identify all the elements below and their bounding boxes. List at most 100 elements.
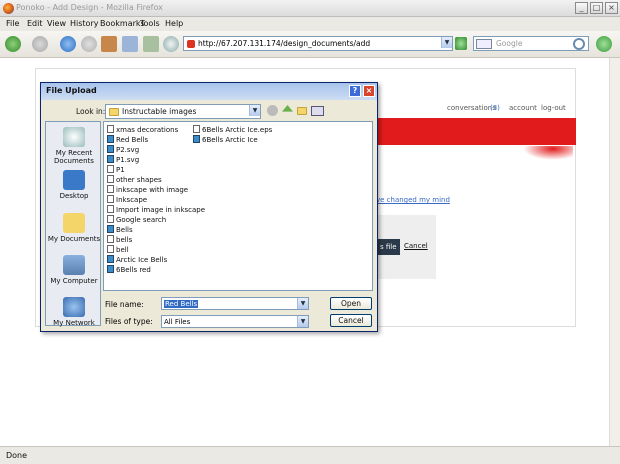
back-icon[interactable] xyxy=(5,36,21,52)
url-dropdown-icon[interactable]: ▼ xyxy=(441,37,452,48)
changed-mind-link[interactable]: ve changed my mind xyxy=(376,196,450,204)
extension-icon[interactable] xyxy=(596,36,612,52)
file-icon xyxy=(193,125,200,133)
minimize-button[interactable]: _ xyxy=(575,2,588,14)
window-titlebar: Ponoko - Add Design - Mozilla Firefox _ … xyxy=(0,0,620,17)
image-file-icon xyxy=(107,215,114,223)
screengrab-icon[interactable] xyxy=(143,36,159,52)
file-item[interactable]: 6Bells red xyxy=(107,265,151,274)
dialog-close-button[interactable]: × xyxy=(363,85,375,97)
look-in-dropdown-icon[interactable]: ▼ xyxy=(249,105,260,116)
file-item[interactable]: Red Bells xyxy=(107,135,148,144)
place-desktop[interactable]: Desktop xyxy=(46,170,102,200)
look-in-label: Look in: xyxy=(76,107,106,116)
upload-file-button[interactable]: s file xyxy=(378,239,400,255)
recent-documents-icon xyxy=(63,127,85,147)
stop-icon[interactable] xyxy=(81,36,97,52)
place-my-documents[interactable]: My Documents xyxy=(46,213,102,243)
inkscape-file-icon xyxy=(107,145,114,153)
file-item[interactable]: Arctic Ice Bells xyxy=(107,255,167,264)
firefox-icon xyxy=(3,3,14,14)
file-upload-dialog: File Upload ? × Look in: Instructable im… xyxy=(40,82,378,332)
place-recent-documents[interactable]: My Recent Documents xyxy=(46,127,102,165)
file-icon xyxy=(107,235,114,243)
bookmarks-icon[interactable] xyxy=(122,36,138,52)
place-my-network[interactable]: My Network xyxy=(46,297,102,327)
search-icon[interactable] xyxy=(573,38,585,50)
status-text: Done xyxy=(6,451,28,460)
view-menu-icon[interactable] xyxy=(311,106,324,116)
inkscape-file-icon xyxy=(107,135,114,143)
my-documents-icon xyxy=(63,213,85,233)
forward-icon[interactable] xyxy=(32,36,48,52)
search-engine-icon[interactable] xyxy=(476,39,492,49)
file-item[interactable]: 6Bells Arctic Ice xyxy=(193,135,258,144)
file-item[interactable]: 6Bells Arctic Ice.eps xyxy=(193,125,272,134)
vertical-scrollbar[interactable] xyxy=(609,58,620,446)
go-button[interactable] xyxy=(455,37,467,50)
file-icon xyxy=(107,125,114,133)
place-label: My Documents xyxy=(47,235,101,243)
new-folder-icon[interactable] xyxy=(297,107,307,115)
menu-tools[interactable]: Tools xyxy=(140,19,160,28)
menu-history[interactable]: History xyxy=(70,19,98,28)
addon-icon[interactable] xyxy=(163,36,179,52)
place-label: My Computer xyxy=(50,277,98,285)
file-item[interactable]: Import image in inkscape xyxy=(107,205,205,214)
cancel-button[interactable]: Cancel xyxy=(330,314,372,327)
file-type-select[interactable]: All Files ▼ xyxy=(161,315,309,328)
file-item[interactable]: P2.svg xyxy=(107,145,139,154)
menu-bookmarks[interactable]: Bookmarks xyxy=(100,19,145,28)
header-banner xyxy=(376,118,576,145)
home-icon[interactable] xyxy=(101,36,117,52)
desktop-icon xyxy=(63,170,85,190)
file-item[interactable]: inkscape with image xyxy=(107,185,188,194)
image-file-icon xyxy=(107,195,114,203)
back-folder-icon[interactable] xyxy=(267,105,278,116)
file-name-dropdown-icon[interactable]: ▼ xyxy=(297,298,308,309)
search-input[interactable]: Google xyxy=(473,36,589,51)
menu-help[interactable]: Help xyxy=(165,19,183,28)
inkscape-file-icon xyxy=(107,265,114,273)
my-computer-icon xyxy=(63,255,85,275)
file-type-dropdown-icon[interactable]: ▼ xyxy=(297,316,308,327)
maximize-button[interactable]: □ xyxy=(590,2,603,14)
file-item[interactable]: bell xyxy=(107,245,129,254)
url-input[interactable]: http://67.207.131.174/design_documents/a… xyxy=(183,36,453,51)
place-label: My Network xyxy=(53,319,95,327)
image-file-icon xyxy=(107,185,114,193)
file-item[interactable]: P1.svg xyxy=(107,155,139,164)
file-item[interactable]: Inkscape xyxy=(107,195,147,204)
reload-icon[interactable] xyxy=(60,36,76,52)
look-in-value: Instructable images xyxy=(122,107,197,116)
place-my-computer[interactable]: My Computer xyxy=(46,255,102,285)
file-item[interactable]: bells xyxy=(107,235,132,244)
look-in-select[interactable]: Instructable images ▼ xyxy=(105,104,261,119)
conversations-link[interactable]: conversations xyxy=(447,104,496,112)
inkscape-file-icon xyxy=(107,255,114,263)
file-type-label: Files of type: xyxy=(105,317,153,326)
place-label: Desktop xyxy=(59,192,89,200)
my-network-icon xyxy=(63,297,85,317)
file-name-label: File name: xyxy=(105,300,144,309)
account-link[interactable]: account xyxy=(509,104,537,112)
site-favicon-icon xyxy=(187,40,195,48)
close-window-button[interactable]: × xyxy=(605,2,618,14)
logout-link[interactable]: log-out xyxy=(541,104,566,112)
menu-view[interactable]: View xyxy=(47,19,66,28)
file-item[interactable]: Bells xyxy=(107,225,133,234)
file-item[interactable]: xmas decorations xyxy=(107,125,178,134)
file-item[interactable]: P1 xyxy=(107,165,125,174)
file-name-input[interactable]: Red Bells ▼ xyxy=(161,297,309,310)
menu-file[interactable]: File xyxy=(6,19,19,28)
up-folder-icon[interactable] xyxy=(282,105,293,112)
file-item[interactable]: other shapes xyxy=(107,175,162,184)
file-item[interactable]: Google search xyxy=(107,215,166,224)
place-label: My Recent Documents xyxy=(54,149,94,165)
file-icon xyxy=(107,165,114,173)
open-button[interactable]: Open xyxy=(330,297,372,310)
page-cancel-link[interactable]: Cancel xyxy=(404,242,428,250)
image-file-icon xyxy=(107,245,114,253)
menu-edit[interactable]: Edit xyxy=(27,19,43,28)
help-button[interactable]: ? xyxy=(349,85,361,97)
